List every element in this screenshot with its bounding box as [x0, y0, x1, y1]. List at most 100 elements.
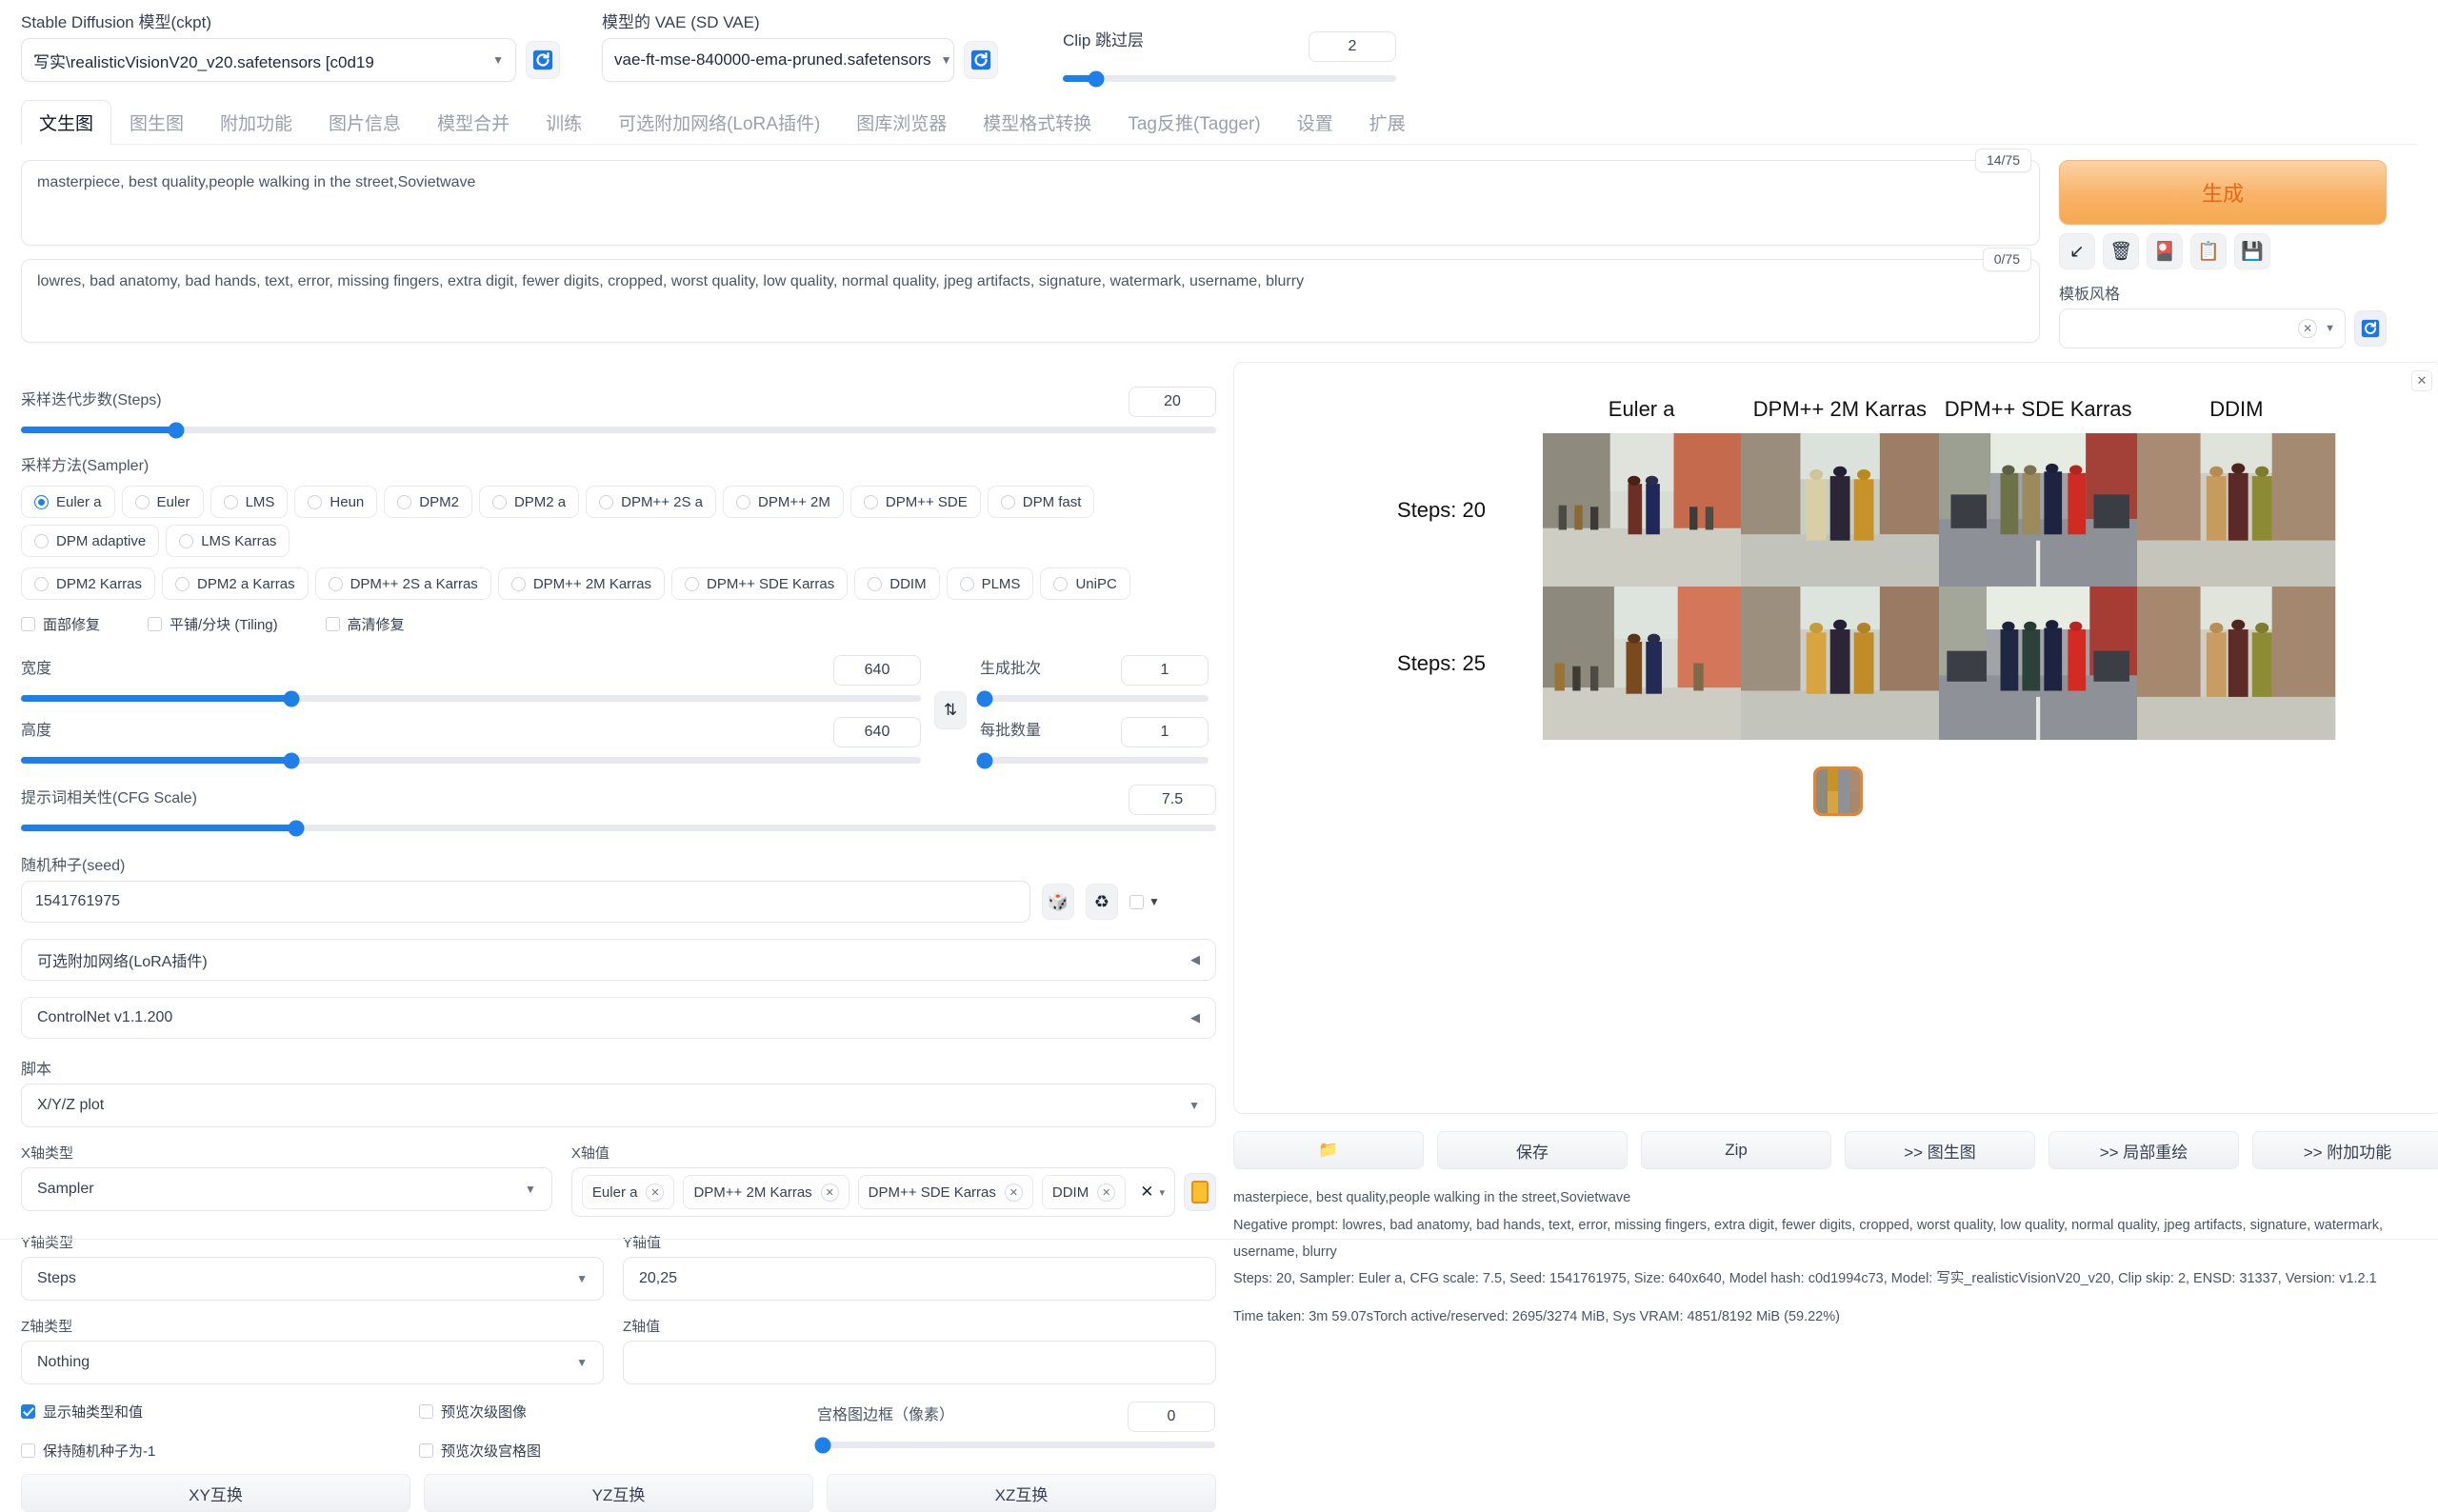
extra-seed-checkbox[interactable]	[1129, 894, 1144, 909]
send-to-extras-button[interactable]: >> 附加功能	[2252, 1131, 2438, 1170]
clip-skip-value[interactable]: 2	[1309, 31, 1396, 63]
preview-sub-grids-checkbox[interactable]: 预览次级宫格图	[419, 1441, 817, 1461]
tab-extras[interactable]: 附加功能	[202, 100, 310, 145]
xyz-cell-image[interactable]	[2137, 433, 2336, 587]
send-to-inpaint-button[interactable]: >> 局部重绘	[2048, 1131, 2239, 1170]
sampler-option-dpmpp-sde-karras[interactable]: DPM++ SDE Karras	[671, 567, 849, 601]
recycle-icon[interactable]: ♻	[1086, 884, 1118, 921]
x-axis-chip[interactable]: DPM++ 2M Karras ✕	[683, 1175, 849, 1210]
swap-dimensions-button[interactable]: ⇅	[934, 691, 967, 730]
save-button[interactable]: 保存	[1437, 1131, 1628, 1170]
x-axis-chip[interactable]: DDIM ✕	[1041, 1175, 1127, 1210]
grid-margin-slider[interactable]	[814, 1437, 1215, 1454]
sampler-option-ddim[interactable]: DDIM	[854, 567, 940, 601]
sampler-option-dpmpp-sde[interactable]: DPM++ SDE	[849, 486, 981, 519]
tab-txt2img[interactable]: 文生图	[21, 100, 112, 146]
xyz-cell-image[interactable]	[2137, 587, 2336, 741]
sampler-option-euler-a[interactable]: Euler a	[21, 486, 115, 519]
fill-values-icon[interactable]	[1184, 1173, 1216, 1212]
vae-select[interactable]: vae-ft-mse-840000-ema-pruned.safetensors…	[602, 38, 954, 83]
refresh-styles-button[interactable]	[2354, 310, 2387, 348]
keep-seed-checkbox[interactable]: 保持随机种子为-1	[21, 1441, 419, 1461]
close-icon[interactable]: ✕	[2298, 319, 2318, 339]
show-axis-types-checkbox[interactable]: 显示轴类型和值	[21, 1402, 419, 1422]
sampler-option-euler[interactable]: Euler	[121, 486, 204, 519]
clipboard-icon[interactable]: 📋	[2190, 233, 2227, 270]
sampler-option-plms[interactable]: PLMS	[946, 567, 1034, 601]
sampler-option-dpmpp-2m[interactable]: DPM++ 2M	[723, 486, 844, 519]
x-axis-type-select[interactable]: Sampler ▼	[21, 1167, 552, 1212]
y-axis-values-input[interactable]: 20,25	[623, 1257, 1216, 1302]
x-axis-chip[interactable]: Euler a ✕	[581, 1175, 675, 1210]
trash-icon[interactable]: 🗑	[2103, 233, 2139, 270]
sampler-option-dpmpp-2s-a[interactable]: DPM++ 2S a	[586, 486, 717, 519]
batch-count-slider[interactable]	[976, 690, 1209, 707]
sampler-option-dpm2-a-karras[interactable]: DPM2 a Karras	[162, 567, 309, 601]
steps-value[interactable]: 20	[1129, 387, 1216, 418]
tab-lora[interactable]: 可选附加网络(LoRA插件)	[600, 100, 838, 145]
sampler-option-lms-karras[interactable]: LMS Karras	[166, 525, 290, 558]
refresh-checkpoints-button[interactable]	[526, 41, 560, 80]
height-slider[interactable]	[21, 752, 921, 769]
tab-model-converter[interactable]: 模型格式转换	[965, 100, 1109, 145]
tab-img2img[interactable]: 图生图	[111, 100, 202, 145]
tab-settings[interactable]: 设置	[1279, 100, 1351, 145]
batch-size-value[interactable]: 1	[1121, 717, 1209, 748]
batch-size-slider[interactable]	[976, 752, 1209, 769]
save-style-icon[interactable]: 💾	[2234, 233, 2270, 270]
close-icon[interactable]: ✕	[1140, 1183, 1153, 1202]
dice-icon[interactable]: 🎲	[1042, 884, 1074, 921]
sampler-option-heun[interactable]: Heun	[294, 486, 378, 519]
lora-accordion[interactable]: 可选附加网络(LoRA插件) ◀	[21, 939, 1216, 982]
positive-prompt-input[interactable]: 14/75 masterpiece, best quality,people w…	[21, 149, 2040, 247]
close-icon[interactable]: ✕	[820, 1183, 839, 1202]
xyz-cell-image[interactable]	[1542, 433, 1741, 587]
cfg-slider[interactable]	[21, 820, 1216, 837]
xz-swap-button[interactable]: XZ互换	[827, 1474, 1216, 1512]
steps-slider[interactable]	[21, 422, 1216, 439]
sampler-option-dpm-fast[interactable]: DPM fast	[987, 486, 1095, 519]
xyz-cell-image[interactable]	[1740, 587, 1939, 741]
x-axis-chip[interactable]: DPM++ SDE Karras ✕	[857, 1175, 1033, 1210]
x-axis-clear-all[interactable]: ✕ ▾	[1140, 1183, 1165, 1202]
close-icon[interactable]: ✕	[1097, 1183, 1116, 1202]
extra-networks-icon[interactable]: 🎴	[2147, 233, 2183, 270]
z-axis-type-select[interactable]: Nothing ▼	[21, 1341, 604, 1385]
xyz-cell-image[interactable]	[1542, 587, 1741, 741]
yz-swap-button[interactable]: YZ互换	[424, 1474, 813, 1512]
xy-swap-button[interactable]: XY互换	[21, 1474, 410, 1512]
tab-train[interactable]: 训练	[528, 100, 600, 145]
chevron-down-icon[interactable]: ▼	[1149, 895, 1160, 908]
tiling-checkbox[interactable]: 平铺/分块 (Tiling)	[148, 614, 278, 634]
sampler-option-lms[interactable]: LMS	[210, 486, 289, 519]
generate-button[interactable]: 生成	[2059, 160, 2387, 226]
y-axis-type-select[interactable]: Steps ▼	[21, 1257, 604, 1302]
zip-button[interactable]: Zip	[1641, 1131, 1831, 1170]
xyz-cell-image[interactable]	[1939, 587, 2138, 741]
sampler-option-dpm2-a[interactable]: DPM2 a	[478, 486, 580, 519]
grid-margin-value[interactable]: 0	[1128, 1402, 1215, 1433]
sampler-option-dpm2-karras[interactable]: DPM2 Karras	[21, 567, 156, 601]
sampler-option-dpmpp-2m-karras[interactable]: DPM++ 2M Karras	[497, 567, 666, 601]
batch-count-value[interactable]: 1	[1121, 655, 1209, 686]
script-select[interactable]: X/Y/Z plot ▼	[21, 1084, 1216, 1128]
close-icon[interactable]: ✕	[2411, 370, 2432, 392]
style-select[interactable]: ✕ ▼	[2059, 308, 2346, 349]
tab-image-browser[interactable]: 图库浏览器	[838, 100, 965, 145]
xyz-cell-image[interactable]	[1740, 433, 1939, 587]
z-axis-values-input[interactable]	[623, 1341, 1216, 1385]
hires-fix-checkbox[interactable]: 高清修复	[325, 614, 405, 634]
tab-png-info[interactable]: 图片信息	[310, 100, 419, 145]
restore-faces-checkbox[interactable]: 面部修复	[21, 614, 100, 634]
tab-tagger[interactable]: Tag反推(Tagger)	[1109, 100, 1278, 145]
sampler-option-dpm-adaptive[interactable]: DPM adaptive	[21, 525, 160, 558]
sampler-option-unipc[interactable]: UniPC	[1040, 567, 1130, 601]
open-folder-button[interactable]: 📁	[1233, 1131, 1424, 1170]
tab-extensions[interactable]: 扩展	[1351, 100, 1424, 145]
tab-checkpoint-merger[interactable]: 模型合并	[419, 100, 528, 145]
clip-skip-slider[interactable]	[1063, 70, 1396, 88]
seed-input[interactable]: 1541761975	[21, 881, 1030, 924]
controlnet-accordion[interactable]: ControlNet v1.1.200 ◀	[21, 997, 1216, 1040]
negative-prompt-input[interactable]: 0/75 lowres, bad anatomy, bad hands, tex…	[21, 248, 2040, 344]
refresh-vae-button[interactable]	[964, 41, 998, 80]
